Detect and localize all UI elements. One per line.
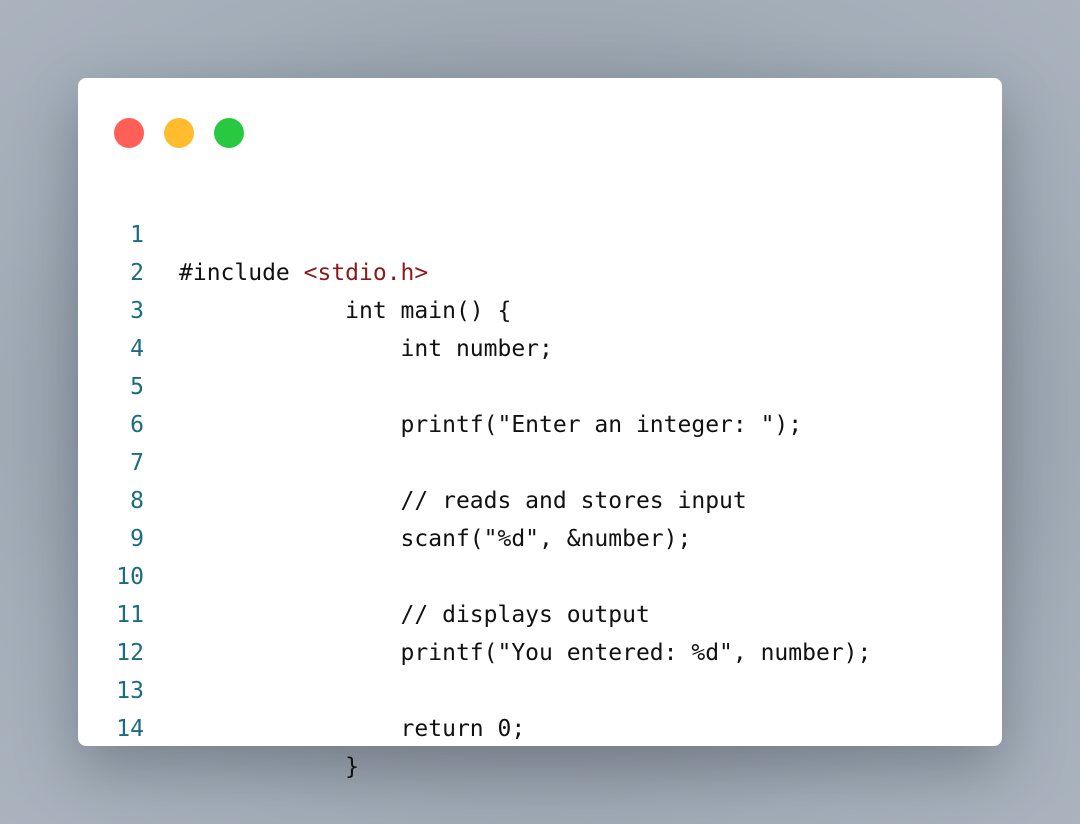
minimize-button[interactable] — [164, 118, 194, 148]
code-line: 10 // displays output — [78, 520, 1002, 628]
code-line: 6 — [78, 368, 1002, 438]
code-window: 1 #include <stdio.h> 2 int main() { 3 in… — [78, 78, 1002, 780]
line-number: 14 — [116, 716, 144, 742]
code-line: 12 — [78, 596, 1002, 666]
code-text: return 0; — [179, 716, 526, 742]
code-line: 5 printf("Enter an integer: "); — [78, 330, 1002, 438]
code-line: 1 #include <stdio.h> — [78, 178, 1002, 286]
maximize-button[interactable] — [214, 118, 244, 148]
code-line: 7 // reads and stores input — [78, 406, 1002, 514]
code-line: 8 scanf("%d", &number); — [78, 444, 1002, 552]
code-line: 3 int number; — [78, 254, 1002, 362]
code-line: 4 — [78, 292, 1002, 362]
code-line: 9 — [78, 482, 1002, 552]
code-line: 14 } — [78, 672, 1002, 780]
code-text: } — [179, 754, 360, 780]
code-line: 13 return 0; — [78, 634, 1002, 742]
close-button[interactable] — [114, 118, 144, 148]
code-line: 11 printf("You entered: %d", number); — [78, 558, 1002, 666]
code-line: 2 int main() { — [78, 216, 1002, 324]
window-controls — [114, 118, 264, 148]
code-block: 1 #include <stdio.h> 2 int main() { 3 in… — [78, 178, 1002, 780]
